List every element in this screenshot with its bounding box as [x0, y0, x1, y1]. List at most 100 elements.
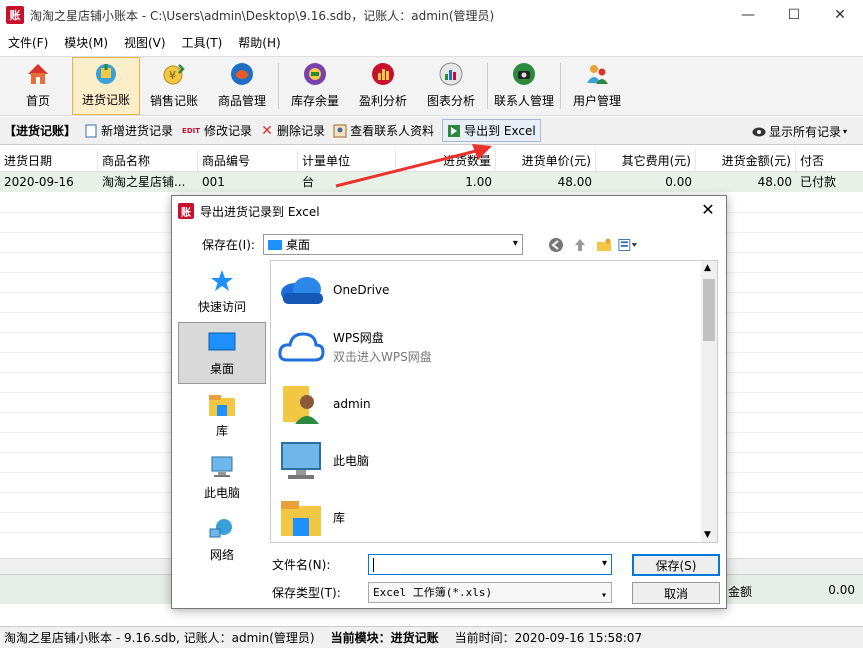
place-desktop[interactable]: 桌面 — [178, 322, 266, 384]
edit-record-label: 修改记录 — [204, 124, 253, 138]
summary-value: 0.00 — [828, 583, 855, 597]
toolbar-chart[interactable]: 图表分析 — [417, 57, 485, 115]
sales-icon: ¥ — [160, 60, 188, 88]
edit-record-button[interactable]: EDIT 修改记录 — [181, 122, 252, 139]
place-label: 库 — [215, 423, 228, 438]
list-item[interactable]: admin — [271, 375, 717, 432]
new-document-icon — [84, 124, 98, 138]
column-header[interactable]: 商品编号 — [198, 150, 298, 172]
toolbar-product[interactable]: 商品管理 — [208, 57, 276, 115]
scroll-thumb[interactable] — [703, 279, 715, 341]
column-header[interactable]: 进货单价(元) — [496, 150, 596, 172]
close-button[interactable]: ✕ — [817, 0, 863, 30]
export-excel-button[interactable]: 导出到 Excel — [442, 119, 541, 142]
toolbar-user[interactable]: 用户管理 — [563, 57, 631, 115]
place-label: 此电脑 — [203, 485, 240, 500]
place-label: 网络 — [209, 547, 234, 562]
column-header[interactable]: 进货金额(元) — [696, 150, 796, 172]
file-name: OneDrive — [333, 282, 390, 297]
new-record-button[interactable]: 新增进货记录 — [84, 122, 173, 139]
table-cell: 2020-09-16 — [4, 175, 74, 189]
chevron-down-icon: ▾ — [601, 558, 607, 569]
toolbar-user-label: 用户管理 — [572, 94, 621, 108]
toolbar-home[interactable]: 首页 — [4, 57, 72, 115]
back-icon[interactable] — [546, 236, 566, 254]
menu-file[interactable]: 文件(F) — [0, 32, 56, 54]
excel-export-icon — [447, 124, 461, 138]
dialog-close-icon[interactable]: ✕ — [698, 200, 718, 219]
file-name: 库 — [333, 511, 346, 525]
file-name: 此电脑 — [333, 454, 370, 468]
desktop-folder-icon — [267, 239, 282, 250]
toolbar-purchase[interactable]: 进货记账 — [72, 57, 140, 115]
annotation-arrow — [335, 144, 492, 188]
user-icon — [583, 60, 611, 88]
file-list-scrollbar[interactable]: ▲ ▼ — [701, 261, 717, 542]
toolbar-separator — [487, 63, 488, 109]
new-record-label: 新增进货记录 — [101, 124, 174, 138]
status-bar: 淘淘之星店铺小账本 - 9.16.sdb, 记账人：admin(管理员) 当前模… — [0, 626, 863, 648]
view-contact-button[interactable]: 查看联系人资料 — [333, 122, 434, 139]
toolbar-inventory[interactable]: 库存余量 — [281, 57, 349, 115]
inventory-icon — [301, 60, 329, 88]
chevron-down-icon: ▾ — [512, 238, 518, 249]
column-header[interactable]: 付否 — [796, 150, 863, 172]
list-item[interactable]: 库 — [271, 489, 717, 542]
list-item[interactable]: OneDrive — [271, 261, 717, 318]
menu-bar: 文件(F) 模块(M) 视图(V) 工具(T) 帮助(H) — [0, 32, 863, 54]
table-cell: 48.00 — [557, 175, 592, 189]
dialog-title: 导出进货记录到 Excel — [200, 204, 320, 219]
status-module: 当前模块：进货记账 — [331, 629, 439, 646]
toolbar-contact[interactable]: 联系人管理 — [490, 57, 558, 115]
network-icon — [207, 516, 237, 542]
table-cell: 已付款 — [800, 175, 837, 189]
up-folder-icon[interactable] — [570, 236, 590, 254]
file-subtitle: 双击进入WPS网盘 — [333, 349, 432, 364]
table-cell: 淘淘之星店铺... — [102, 175, 186, 189]
place-label: 桌面 — [209, 361, 234, 376]
toolbar-sales[interactable]: ¥ 销售记账 — [140, 57, 208, 115]
delete-record-button[interactable]: ✕ 删除记录 — [260, 122, 325, 139]
window-title: 淘淘之星店铺小账本 - C:\Users\admin\Desktop\9.16.… — [30, 8, 495, 23]
places-bar: 快速访问 桌面 库 此电脑 网络 — [178, 260, 268, 562]
column-header[interactable]: 商品名称 — [98, 150, 198, 172]
cancel-button[interactable]: 取消 — [632, 582, 720, 604]
show-all-records-button[interactable]: 显示所有记录 ▾ — [752, 123, 847, 140]
save-in-label: 保存在(I): — [202, 238, 255, 252]
menu-module[interactable]: 模块(M) — [56, 32, 116, 54]
status-time-label: 当前时间： — [454, 631, 515, 645]
column-header[interactable]: 其它费用(元) — [596, 150, 696, 172]
place-library[interactable]: 库 — [178, 384, 266, 446]
star-icon — [207, 268, 237, 294]
desktop-icon — [207, 330, 237, 356]
menu-tools[interactable]: 工具(T) — [174, 32, 231, 54]
toolbar-sales-label: 销售记账 — [149, 94, 198, 108]
view-menu-icon[interactable] — [618, 236, 638, 254]
scroll-up-icon[interactable]: ▲ — [704, 263, 711, 273]
library-icon — [277, 496, 325, 540]
summary-label: 金额 — [728, 585, 753, 599]
place-network[interactable]: 网络 — [178, 508, 266, 570]
list-item[interactable]: 此电脑 — [271, 432, 717, 489]
place-computer[interactable]: 此电脑 — [178, 446, 266, 508]
scroll-down-icon[interactable]: ▼ — [704, 530, 711, 540]
column-header[interactable]: 进货日期 — [0, 150, 98, 172]
purchase-icon — [92, 59, 120, 87]
list-item[interactable]: WPS网盘 双击进入WPS网盘 — [271, 318, 717, 375]
maximize-button[interactable]: ☐ — [771, 0, 817, 30]
table-cell: 0.00 — [665, 175, 692, 189]
filename-input[interactable]: ▾ — [368, 554, 612, 575]
menu-view[interactable]: 视图(V) — [116, 32, 174, 54]
save-in-dropdown[interactable]: 桌面 ▾ — [262, 234, 523, 255]
place-quick-access[interactable]: 快速访问 — [178, 260, 266, 322]
menu-help[interactable]: 帮助(H) — [230, 32, 288, 54]
toolbar-profit[interactable]: 盈利分析 — [349, 57, 417, 115]
table-cell: 001 — [202, 175, 225, 189]
table-cell: 48.00 — [757, 175, 792, 189]
status-app: 淘淘之星店铺小账本 - 9.16.sdb, 记账人：admin(管理员) — [4, 631, 315, 645]
chart-icon — [437, 60, 465, 88]
minimize-button[interactable]: — — [725, 0, 771, 30]
save-button[interactable]: 保存(S) — [632, 554, 720, 576]
filetype-dropdown[interactable]: Excel 工作簿(*.xls) ▾ — [368, 582, 612, 603]
new-folder-icon[interactable] — [594, 236, 614, 254]
